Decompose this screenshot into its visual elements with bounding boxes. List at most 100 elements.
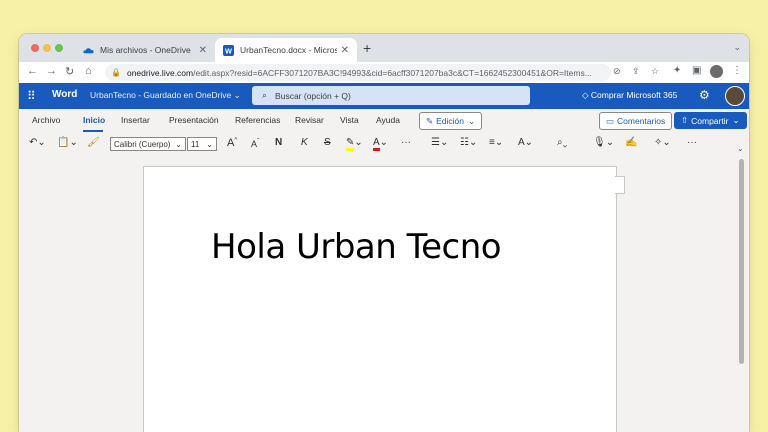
word-app-bar: ⠿ Word UrbanTecno - Guardado en OneDrive…: [19, 83, 749, 109]
editing-mode-button[interactable]: ✎ Edición ⌄: [419, 112, 483, 130]
vertical-scrollbar[interactable]: [739, 159, 744, 364]
paste-icon[interactable]: 📋⌄: [57, 137, 78, 148]
maximize-window-button[interactable]: [55, 44, 63, 52]
new-tab-icon[interactable]: +: [363, 40, 371, 56]
chevron-down-icon: ⌄: [468, 115, 476, 126]
document-page[interactable]: Hola Urban Tecno: [143, 166, 617, 432]
sidebar-icon[interactable]: ▣: [692, 65, 701, 76]
strikethrough-button[interactable]: S: [324, 137, 331, 148]
bookmark-star-icon[interactable]: ☆: [651, 66, 659, 77]
close-window-button[interactable]: [31, 44, 39, 52]
browser-menu-icon[interactable]: ⋮: [732, 65, 742, 76]
forward-icon[interactable]: →: [46, 65, 57, 77]
app-name[interactable]: Word: [52, 89, 77, 100]
chevron-down-icon: ⌄: [732, 115, 740, 125]
tab-search-chevron-icon[interactable]: ⌄: [733, 42, 741, 53]
buy-label: Comprar Microsoft 365: [590, 90, 678, 100]
find-icon[interactable]: ⌕⌄: [557, 137, 567, 148]
minimize-window-button[interactable]: [43, 44, 51, 52]
italic-button[interactable]: K: [301, 137, 308, 148]
editing-mode-label: Edición: [436, 116, 465, 126]
search-icon: ⌕: [262, 90, 268, 100]
styles-icon[interactable]: A⌄: [518, 137, 533, 148]
share-button[interactable]: ⇧ Compartir ⌄: [674, 112, 747, 129]
page-margin-marker: [615, 176, 625, 194]
extensions-icon[interactable]: ✦: [673, 65, 681, 76]
tab-strip: Mis archivos - OneDrive ✕ W UrbanTecno.d…: [19, 34, 749, 62]
active-tab-indicator: [83, 130, 103, 132]
more-options-button[interactable]: ···: [687, 137, 697, 148]
browser-window: Mis archivos - OneDrive ✕ W UrbanTecno.d…: [19, 34, 749, 432]
font-name-value: Calibri (Cuerpo): [114, 139, 171, 149]
document-title-text: UrbanTecno - Guardado en OneDrive: [90, 90, 232, 100]
comment-icon: ▭: [606, 115, 615, 126]
more-font-options-button[interactable]: ···: [401, 137, 411, 148]
avatar[interactable]: [725, 86, 745, 106]
document-title[interactable]: UrbanTecno - Guardado en OneDrive ⌄: [90, 90, 241, 101]
gear-icon[interactable]: ⚙: [699, 88, 710, 102]
font-size-value: 11: [191, 139, 200, 149]
comments-label: Comentarios: [617, 116, 666, 126]
lock-icon[interactable]: 🔒: [111, 68, 121, 77]
tab-inicio[interactable]: Inicio: [83, 115, 105, 125]
undo-icon[interactable]: ↶⌄: [29, 137, 46, 148]
url-bar[interactable]: 🔒 onedrive.live.com/edit.aspx?resid=6ACF…: [105, 64, 611, 81]
tab-title: Mis archivos - OneDrive: [100, 45, 191, 55]
tab-insertar[interactable]: Insertar: [121, 115, 150, 125]
svg-text:W: W: [225, 46, 232, 55]
tab-presentacion[interactable]: Presentación: [169, 115, 219, 125]
browser-tab-onedrive[interactable]: Mis archivos - OneDrive ✕: [75, 38, 215, 62]
tab-referencias[interactable]: Referencias: [235, 115, 280, 125]
word-icon: W: [223, 44, 234, 56]
chevron-down-icon: ⌄: [233, 90, 241, 100]
app-launcher-icon[interactable]: ⠿: [27, 89, 36, 103]
tab-archivo[interactable]: Archivo: [32, 115, 60, 125]
tab-revisar[interactable]: Revisar: [295, 115, 324, 125]
search-input[interactable]: ⌕ Buscar (opción + Q): [252, 86, 530, 105]
chevron-down-icon: ⌄: [175, 139, 182, 149]
buy-microsoft-365-button[interactable]: ◇ Comprar Microsoft 365: [582, 90, 677, 101]
share-page-icon[interactable]: ⇪: [632, 66, 640, 77]
onedrive-icon: [83, 47, 94, 53]
reload-icon[interactable]: ↻: [65, 65, 74, 78]
tracking-icon[interactable]: ⊘: [613, 66, 621, 77]
collapse-ribbon-chevron-icon[interactable]: ⌄: [737, 144, 744, 153]
tab-ayuda[interactable]: Ayuda: [376, 115, 400, 125]
profile-avatar[interactable]: [710, 65, 723, 78]
format-painter-icon[interactable]: 🖌: [87, 137, 100, 148]
back-icon[interactable]: ←: [27, 65, 38, 77]
font-color-button[interactable]: A⌄: [373, 137, 388, 151]
editor-icon[interactable]: ✍: [625, 137, 637, 148]
close-tab-icon[interactable]: ✕: [199, 45, 207, 56]
comments-button[interactable]: ▭ Comentarios: [599, 112, 673, 130]
document-body-text[interactable]: Hola Urban Tecno: [211, 227, 502, 267]
highlighter-icon: ✎: [346, 137, 355, 151]
home-icon[interactable]: ⌂: [85, 65, 92, 77]
close-tab-icon[interactable]: ✕: [341, 45, 349, 56]
tab-vista[interactable]: Vista: [340, 115, 359, 125]
align-icon[interactable]: ≡⌄: [489, 137, 503, 148]
share-label: Compartir: [691, 115, 729, 126]
diamond-icon: ◇: [582, 90, 589, 100]
document-canvas: Hola Urban Tecno: [19, 156, 749, 432]
grow-font-button[interactable]: A^: [227, 137, 237, 149]
bullets-icon[interactable]: ☰⌄: [431, 137, 448, 148]
share-icon: ⇧: [681, 115, 689, 125]
address-bar-row: ← → ↻ ⌂ 🔒 onedrive.live.com/edit.aspx?re…: [19, 62, 749, 84]
numbering-icon[interactable]: ☷⌄: [460, 137, 477, 148]
ribbon-tabs: Archivo Inicio Insertar Presentación Ref…: [19, 109, 749, 133]
chevron-down-icon: ⌄: [206, 139, 213, 149]
font-name-select[interactable]: Calibri (Cuerpo) ⌄: [110, 137, 186, 151]
tab-title: UrbanTecno.docx - Microsoft W: [240, 45, 337, 55]
font-color-icon: A: [373, 137, 380, 151]
highlight-color-button[interactable]: ✎⌄: [346, 137, 363, 151]
browser-tab-word[interactable]: W UrbanTecno.docx - Microsoft W ✕: [215, 38, 357, 62]
url-path: /edit.aspx?resid=6ACFF3071207BA3C!94993&…: [193, 67, 592, 78]
shrink-font-button[interactable]: Aˇ: [251, 139, 259, 149]
font-size-select[interactable]: 11 ⌄: [187, 137, 217, 151]
dictate-icon[interactable]: 🎙⌄: [593, 137, 614, 148]
designer-icon[interactable]: ✧⌄: [654, 137, 671, 148]
url-host: onedrive.live.com: [126, 67, 194, 78]
bold-button[interactable]: N: [275, 137, 282, 148]
home-toolbar: ↶⌄ 📋⌄ 🖌 Calibri (Cuerpo) ⌄ 11 ⌄ A^ Aˇ N …: [19, 133, 749, 157]
